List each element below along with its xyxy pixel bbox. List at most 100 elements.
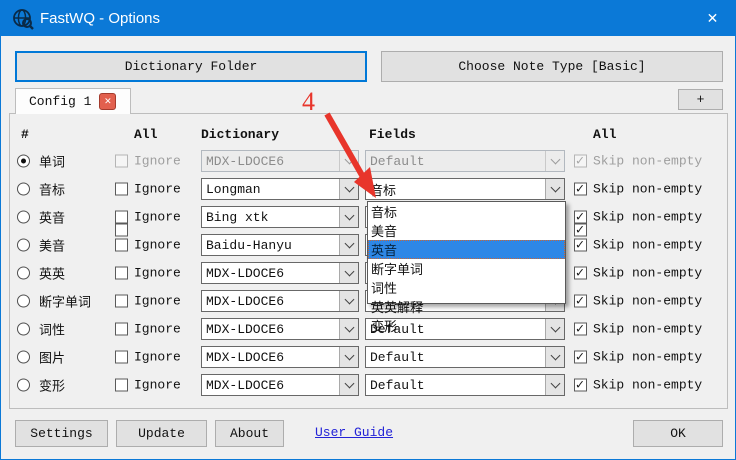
- row-radio[interactable]: [17, 239, 30, 252]
- ignore-label: Ignore: [134, 294, 181, 309]
- dropdown-option[interactable]: 音标: [368, 202, 565, 221]
- ignore-checkbox[interactable]: [115, 267, 128, 280]
- close-button[interactable]: ✕: [690, 1, 735, 36]
- dictionary-combobox-arrow-button[interactable]: [339, 207, 358, 227]
- choose-note-type-label: Choose Note Type [Basic]: [458, 59, 645, 74]
- skip-checkbox[interactable]: [574, 267, 587, 280]
- ignore-label: Ignore: [134, 322, 181, 337]
- skip-checkbox[interactable]: [574, 155, 587, 168]
- dictionary-combobox-arrow-button[interactable]: [339, 291, 358, 311]
- skip-checkbox[interactable]: [574, 323, 587, 336]
- dictionary-combobox[interactable]: MDX-LDOCE6: [201, 290, 359, 312]
- ignore-checkbox[interactable]: [115, 211, 128, 224]
- row-radio[interactable]: [17, 379, 30, 392]
- dictionary-combobox-value: MDX-LDOCE6: [202, 375, 339, 395]
- chevron-down-icon: [344, 378, 354, 388]
- about-button[interactable]: About: [215, 420, 284, 447]
- settings-button[interactable]: Settings: [15, 420, 108, 447]
- dictionary-combobox-value: Longman: [202, 179, 339, 199]
- ignore-checkbox[interactable]: [115, 295, 128, 308]
- row-radio[interactable]: [17, 183, 30, 196]
- skip-checkbox[interactable]: [574, 379, 587, 392]
- dictionary-combobox[interactable]: MDX-LDOCE6: [201, 374, 359, 396]
- dictionary-combobox-arrow-button[interactable]: [339, 347, 358, 367]
- skip-checkbox[interactable]: [574, 351, 587, 364]
- skip-label: Skip non-empty: [593, 266, 702, 281]
- ignore-label: Ignore: [134, 266, 181, 281]
- dictionary-folder-button[interactable]: Dictionary Folder: [15, 51, 367, 82]
- title-bar: FastWQ - Options ✕: [1, 1, 735, 36]
- window-title: FastWQ - Options: [40, 10, 160, 27]
- update-button[interactable]: Update: [116, 420, 207, 447]
- ignore-checkbox[interactable]: [115, 155, 128, 168]
- user-guide-link[interactable]: User Guide: [315, 425, 393, 440]
- add-tab-button[interactable]: +: [678, 89, 723, 110]
- fields-combobox[interactable]: Default: [365, 346, 565, 368]
- dictionary-combobox[interactable]: Baidu-Hanyu: [201, 234, 359, 256]
- dictionary-combobox[interactable]: MDX-LDOCE6: [201, 318, 359, 340]
- skip-checkbox[interactable]: [574, 183, 587, 196]
- row-label: 英音: [39, 208, 65, 227]
- row-radio[interactable]: [17, 267, 30, 280]
- row-label: 图片: [39, 348, 65, 367]
- chevron-down-icon: [550, 378, 560, 388]
- choose-note-type-button[interactable]: Choose Note Type [Basic]: [381, 51, 723, 82]
- dropdown-option[interactable]: 英音: [368, 240, 565, 259]
- dictionary-combobox-arrow-button[interactable]: [339, 235, 358, 255]
- chevron-down-icon: [550, 182, 560, 192]
- ignore-checkbox[interactable]: [115, 183, 128, 196]
- skip-label: Skip non-empty: [593, 238, 702, 253]
- chevron-down-icon: [344, 350, 354, 360]
- row-radio[interactable]: [17, 211, 30, 224]
- dictionary-combobox[interactable]: MDX-LDOCE6: [201, 346, 359, 368]
- skip-label: Skip non-empty: [593, 210, 702, 225]
- dictionary-combobox-arrow-button[interactable]: [339, 151, 358, 171]
- dropdown-option[interactable]: 断字单词: [368, 259, 565, 278]
- fields-combobox[interactable]: 音标: [365, 178, 565, 200]
- row-radio[interactable]: [17, 323, 30, 336]
- dictionary-combobox[interactable]: MDX-LDOCE6: [201, 150, 359, 172]
- dictionary-combobox-arrow-button[interactable]: [339, 375, 358, 395]
- fields-combobox-arrow-button[interactable]: [545, 179, 564, 199]
- dictionary-combobox-value: MDX-LDOCE6: [202, 347, 339, 367]
- dropdown-option[interactable]: 美音: [368, 221, 565, 240]
- ignore-label: Ignore: [134, 378, 181, 393]
- row-label: 词性: [39, 320, 65, 339]
- ignore-checkbox[interactable]: [115, 379, 128, 392]
- fields-combobox[interactable]: Default: [365, 374, 565, 396]
- dictionary-combobox[interactable]: Bing xtk: [201, 206, 359, 228]
- about-label: About: [230, 426, 269, 441]
- options-dialog: FastWQ - Options ✕ Dictionary Folder Cho…: [0, 0, 736, 460]
- ignore-checkbox[interactable]: [115, 351, 128, 364]
- app-globe-magnifier-icon: [12, 8, 34, 30]
- row-radio[interactable]: [17, 295, 30, 308]
- row-label: 英英: [39, 264, 65, 283]
- dropdown-option[interactable]: 变形: [368, 316, 565, 335]
- row-radio[interactable]: [17, 155, 30, 168]
- dictionary-combobox-arrow-button[interactable]: [339, 263, 358, 283]
- chevron-down-icon: [344, 210, 354, 220]
- ignore-checkbox[interactable]: [115, 323, 128, 336]
- fields-combobox[interactable]: Default: [365, 150, 565, 172]
- chevron-down-icon: [550, 154, 560, 164]
- dictionary-combobox[interactable]: Longman: [201, 178, 359, 200]
- ok-button[interactable]: OK: [633, 420, 723, 447]
- ignore-label: Ignore: [134, 238, 181, 253]
- tab-close-icon[interactable]: ✕: [99, 93, 116, 110]
- tab-config-1[interactable]: Config 1 ✕: [15, 88, 131, 114]
- dictionary-combobox-arrow-button[interactable]: [339, 319, 358, 339]
- dropdown-option[interactable]: 英英解释: [368, 297, 565, 316]
- fields-combobox-arrow-button[interactable]: [545, 347, 564, 367]
- ignore-checkbox[interactable]: [115, 239, 128, 252]
- dictionary-combobox-arrow-button[interactable]: [339, 179, 358, 199]
- chevron-down-icon: [550, 350, 560, 360]
- dropdown-option[interactable]: 词性: [368, 278, 565, 297]
- table-row: 图片IgnoreMDX-LDOCE6DefaultSkip non-empty: [1, 343, 736, 371]
- skip-checkbox[interactable]: [574, 295, 587, 308]
- skip-checkbox[interactable]: [574, 211, 587, 224]
- fields-combobox-arrow-button[interactable]: [545, 375, 564, 395]
- dictionary-combobox[interactable]: MDX-LDOCE6: [201, 262, 359, 284]
- fields-combobox-arrow-button[interactable]: [545, 151, 564, 171]
- row-radio[interactable]: [17, 351, 30, 364]
- skip-checkbox[interactable]: [574, 239, 587, 252]
